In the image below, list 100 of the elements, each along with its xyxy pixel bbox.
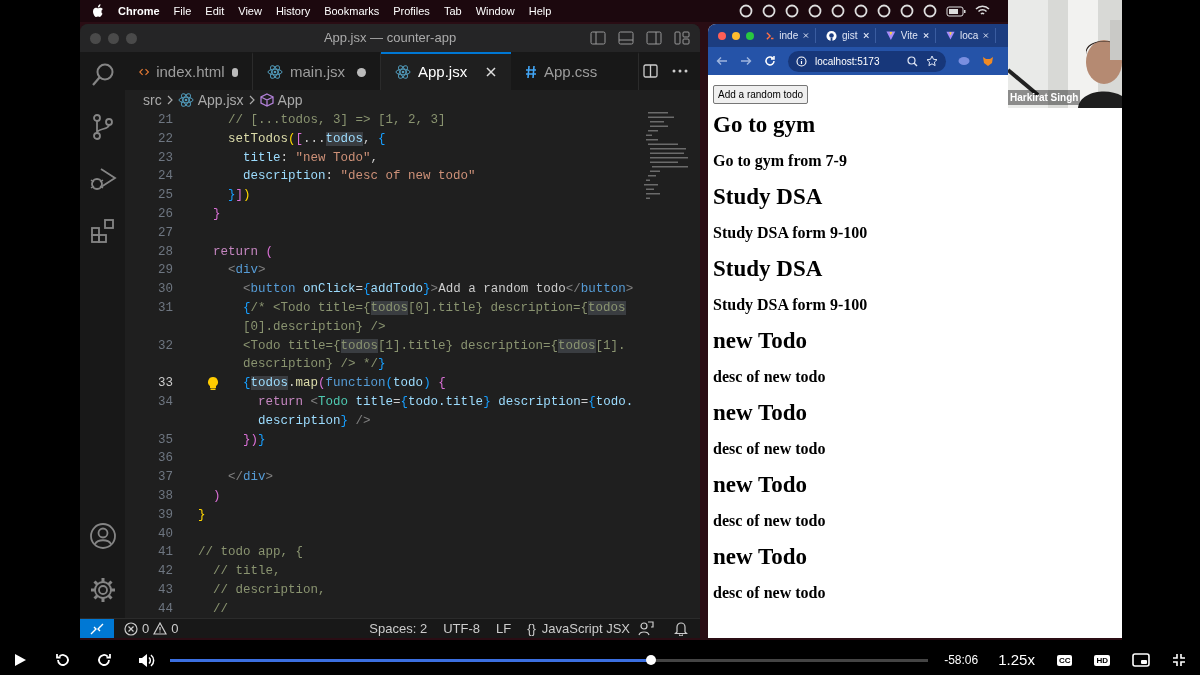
code-line: {/* <Todo title={todos[0].title} description={todos xyxy=(242,301,626,315)
more-icon[interactable] xyxy=(672,69,688,73)
circle-icon[interactable] xyxy=(808,4,822,18)
breadcrumb-item[interactable]: App xyxy=(277,89,303,111)
play-icon[interactable] xyxy=(14,653,27,667)
rewind-icon[interactable] xyxy=(54,652,71,668)
menu-item[interactable]: Chrome xyxy=(118,2,160,20)
menu-item[interactable]: Tab xyxy=(443,2,462,20)
line-number: 36 xyxy=(157,450,174,468)
star-icon[interactable] xyxy=(926,55,938,67)
browser-tab[interactable]: Vite xyxy=(880,28,936,43)
speed-button[interactable]: 1.25x xyxy=(998,648,1035,672)
circle-icon[interactable] xyxy=(900,4,914,18)
line-number: 29 xyxy=(157,262,174,280)
lightbulb-icon[interactable] xyxy=(207,376,219,392)
close-icon[interactable] xyxy=(862,32,869,39)
line-number: 44 xyxy=(157,600,174,618)
todo-title: new Todo xyxy=(713,326,808,355)
circle-icon[interactable] xyxy=(785,4,799,18)
extension-icon[interactable] xyxy=(982,55,994,67)
address-field[interactable]: localhost:5173 xyxy=(788,50,946,72)
code-line: // xyxy=(212,601,228,616)
circle-icon[interactable] xyxy=(739,4,753,18)
menu-item[interactable]: Edit xyxy=(205,2,225,20)
menu-item[interactable]: Window xyxy=(475,2,515,20)
circle-icon[interactable] xyxy=(762,4,776,18)
settings-icon[interactable] xyxy=(88,576,117,604)
language-button[interactable]: {} JavaScript JSX xyxy=(519,618,638,638)
line-number: 22 xyxy=(157,130,174,148)
editor-tab[interactable]: App.jsx xyxy=(381,52,511,90)
code-line: description: "desc of new todo" xyxy=(242,169,476,184)
volume-icon[interactable] xyxy=(137,652,155,668)
circle-icon[interactable] xyxy=(923,4,937,18)
status-item[interactable]: UTF-8 xyxy=(435,618,488,638)
apple-icon[interactable] xyxy=(92,4,104,18)
zoom-icon[interactable] xyxy=(907,55,918,67)
battery-icon[interactable] xyxy=(946,5,966,17)
run-debug-icon[interactable] xyxy=(88,166,117,192)
split-layout-icon[interactable] xyxy=(646,31,662,45)
menu-item[interactable]: Help xyxy=(528,2,552,20)
split-editor-icon[interactable] xyxy=(643,64,658,78)
source-control-icon[interactable] xyxy=(91,114,114,140)
reload-icon[interactable] xyxy=(764,55,776,67)
captions-button[interactable]: CC xyxy=(1056,654,1073,666)
quality-button[interactable]: HD xyxy=(1094,654,1110,666)
code-line: // todo app, { xyxy=(198,545,304,560)
menu-item[interactable]: Profiles xyxy=(393,2,430,20)
line-number: 37 xyxy=(157,469,174,487)
menu-item[interactable]: View xyxy=(238,2,262,20)
code-brackets-icon xyxy=(139,66,150,78)
code-line: })} xyxy=(242,432,266,447)
time-remaining: -58:06 xyxy=(944,652,979,669)
forward-icon[interactable] xyxy=(95,652,112,668)
close-icon[interactable] xyxy=(922,32,929,39)
search-icon[interactable] xyxy=(89,62,116,88)
layout-icon[interactable] xyxy=(674,31,690,45)
circle-icon[interactable] xyxy=(877,4,891,18)
wifi-icon[interactable] xyxy=(975,5,990,17)
browser-tab[interactable]: gist xyxy=(820,28,876,43)
status-item[interactable]: Spaces: 2 xyxy=(361,618,436,638)
line-number: 28 xyxy=(157,243,174,261)
exit-fullscreen-icon[interactable] xyxy=(1172,653,1186,667)
picture-in-picture-icon[interactable] xyxy=(1132,653,1150,667)
extensions-icon[interactable] xyxy=(89,218,116,244)
code-line: ) xyxy=(212,488,221,503)
line-number: 31 xyxy=(157,300,174,317)
line-number: 42 xyxy=(157,563,174,581)
line-number: 30 xyxy=(157,281,174,299)
add-todo-button[interactable]: Add a random todo xyxy=(713,85,809,104)
error-icon xyxy=(124,621,138,636)
close-icon[interactable] xyxy=(485,66,497,78)
chevron-icon xyxy=(165,95,174,105)
status-item[interactable]: LF xyxy=(488,618,520,638)
progress-handle[interactable] xyxy=(646,654,657,665)
circle-icon[interactable] xyxy=(831,4,845,18)
account-icon[interactable] xyxy=(88,522,117,550)
line-number: 25 xyxy=(157,187,174,205)
browser-tab[interactable]: inde xyxy=(760,28,816,43)
panel-toggle-icon[interactable] xyxy=(618,31,634,45)
line-number: 38 xyxy=(157,487,174,505)
line-number: 21 xyxy=(157,112,174,129)
todo-title: Go to gym xyxy=(713,110,817,139)
todo-title: Study DSA xyxy=(713,182,824,211)
code-line: description} /> */} xyxy=(242,357,386,372)
bell-icon[interactable] xyxy=(674,621,688,636)
breadcrumb-item[interactable]: App.jsx xyxy=(197,89,244,111)
browser-tab[interactable]: loca xyxy=(940,28,996,43)
sidebar-toggle-icon[interactable] xyxy=(590,31,606,45)
menu-item[interactable]: History xyxy=(275,2,311,20)
menu-item[interactable]: Bookmarks xyxy=(324,2,380,20)
progress-track[interactable] xyxy=(169,658,929,662)
circle-icon[interactable] xyxy=(854,4,868,18)
todo-description: desc of new todo xyxy=(713,439,827,459)
breadcrumb-item[interactable]: src xyxy=(143,89,162,111)
back-icon[interactable] xyxy=(716,56,728,66)
problems-button[interactable]: 0 0 xyxy=(114,618,189,638)
menu-item[interactable]: File xyxy=(173,2,192,20)
feedback-icon[interactable] xyxy=(638,621,654,636)
line-number: 39 xyxy=(157,506,174,524)
remote-button[interactable] xyxy=(80,619,114,638)
